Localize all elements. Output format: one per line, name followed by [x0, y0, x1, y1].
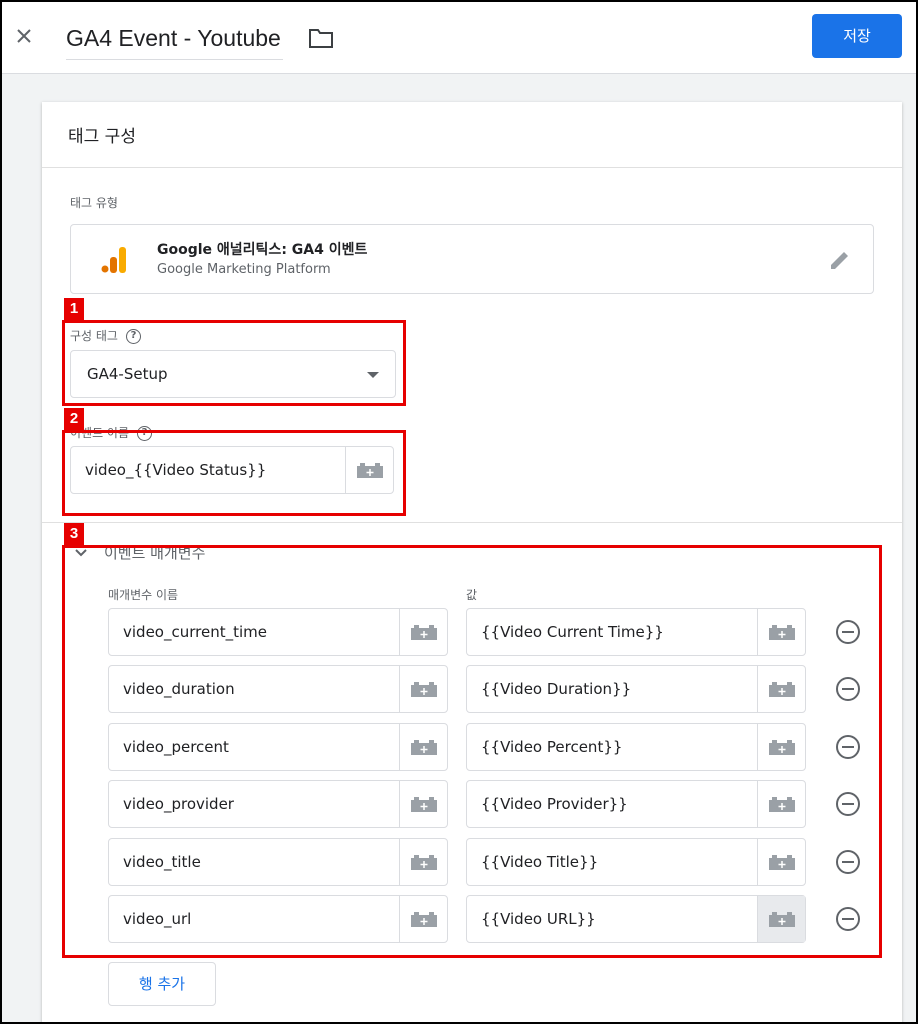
tag-type-selector[interactable]: Google 애널리틱스: GA4 이벤트 Google Marketing P…	[70, 224, 874, 294]
editor-header: GA4 Event - Youtube 저장	[2, 2, 916, 74]
annotation-number-1: 1	[64, 298, 84, 320]
annotation-box-2	[62, 430, 406, 516]
app-frame: GA4 Event - Youtube 저장 태그 구성 태그 유형 Googl…	[0, 0, 918, 1024]
annotation-box-3	[62, 545, 882, 958]
tag-type-label: 태그 유형	[70, 196, 118, 210]
folder-icon[interactable]	[308, 27, 334, 49]
pencil-icon[interactable]	[827, 247, 853, 273]
annotation-box-1	[62, 320, 406, 406]
tag-name-title[interactable]: GA4 Event - Youtube	[66, 20, 283, 60]
save-button[interactable]: 저장	[812, 14, 902, 58]
annotation-number-3: 3	[64, 523, 84, 545]
google-analytics-icon	[101, 245, 127, 275]
close-icon[interactable]	[12, 24, 36, 48]
tag-type-name: Google 애널리틱스: GA4 이벤트	[157, 242, 368, 258]
add-row-button[interactable]: 행 추가	[108, 962, 216, 1006]
tag-type-subtitle: Google Marketing Platform	[157, 262, 331, 277]
annotation-number-2: 2	[64, 408, 84, 430]
card-title: 태그 구성	[42, 102, 902, 168]
section-divider	[42, 522, 902, 523]
